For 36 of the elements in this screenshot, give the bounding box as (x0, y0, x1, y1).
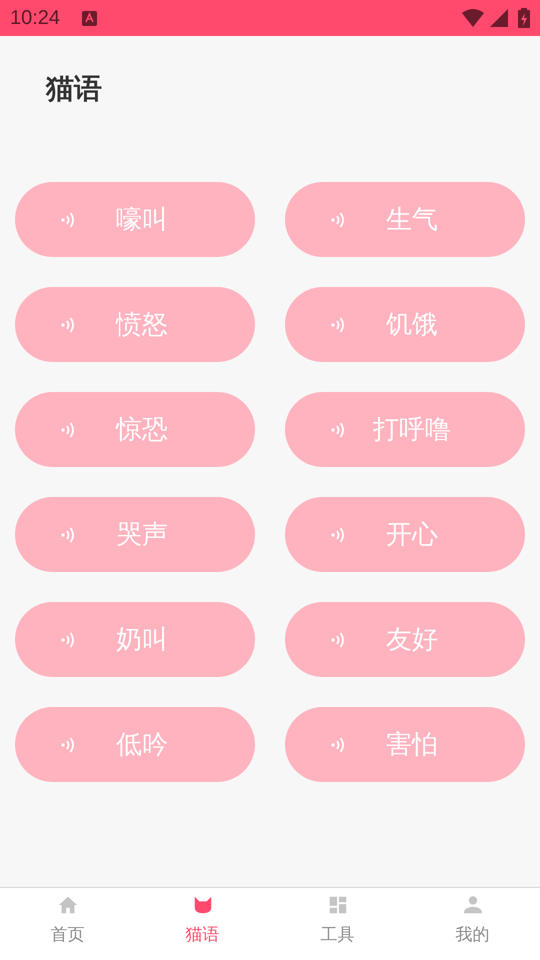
sound-icon (61, 314, 75, 334)
sound-icon (61, 210, 75, 230)
keyboard-app-icon (82, 10, 98, 26)
sound-icon (331, 420, 345, 440)
sound-button[interactable]: 害怕 (285, 707, 525, 782)
sound-button[interactable]: 低吟 (15, 707, 255, 782)
battery-icon (518, 8, 530, 28)
sound-icon (61, 524, 75, 544)
sound-icon (61, 420, 75, 440)
sound-icon (331, 314, 345, 334)
sound-button[interactable]: 奶叫 (15, 602, 255, 677)
sound-icon (331, 630, 345, 650)
sound-button[interactable]: 生气 (285, 182, 525, 257)
nav-tab[interactable]: 我的 (405, 888, 540, 960)
sound-icon (61, 630, 75, 650)
nav-tab[interactable]: 猫语 (135, 888, 270, 960)
sound-button[interactable]: 惊恐 (15, 392, 255, 467)
signal-icon (490, 9, 508, 27)
sound-icon (61, 734, 75, 754)
sound-button[interactable]: 友好 (285, 602, 525, 677)
wifi-icon (462, 9, 484, 27)
sound-icon (331, 524, 345, 544)
sound-button[interactable]: 愤怒 (15, 287, 255, 362)
sound-button[interactable]: 打呼噜 (285, 392, 525, 467)
home-icon (56, 894, 78, 916)
person-icon (462, 894, 484, 916)
sound-icon (331, 734, 345, 754)
sound-button[interactable]: 哭声 (15, 497, 255, 572)
sound-icon (331, 210, 345, 230)
status-time: 10:24 (10, 6, 60, 31)
sound-button[interactable]: 开心 (285, 497, 525, 572)
page-title: 猫语 (46, 72, 103, 106)
nav-tab[interactable]: 工具 (270, 888, 405, 960)
nav-tab[interactable]: 首页 (0, 888, 135, 960)
sound-button[interactable]: 嚎叫 (15, 182, 255, 257)
sound-button[interactable]: 饥饿 (285, 287, 525, 362)
